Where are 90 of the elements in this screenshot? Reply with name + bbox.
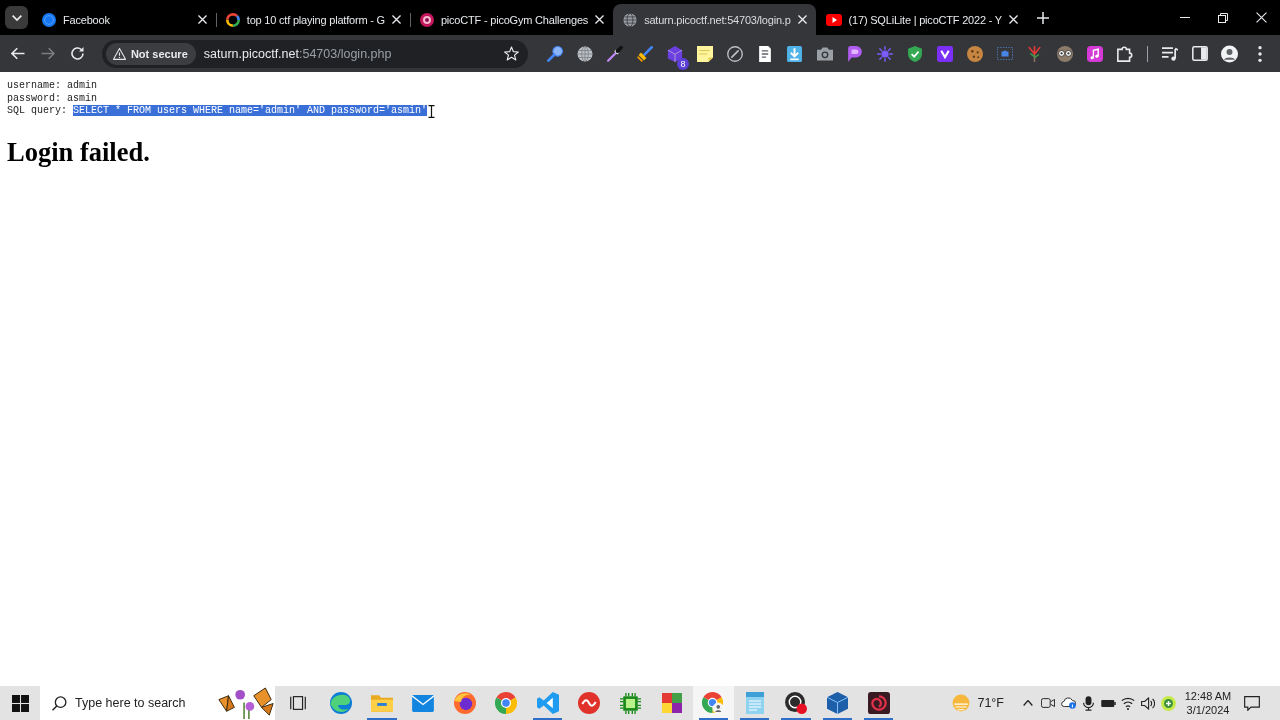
music-note-icon[interactable] (1086, 45, 1103, 62)
pencil-circle-icon[interactable] (726, 45, 743, 62)
download-icon[interactable] (787, 45, 802, 62)
output-label: password: (7, 92, 61, 104)
ring-logo-icon (225, 12, 240, 27)
cookie-icon[interactable] (966, 45, 983, 62)
close-icon[interactable] (595, 15, 605, 24)
plus-circle-icon[interactable] (1160, 695, 1176, 711)
browser-tab[interactable]: picoCTF - picoGym Challenges (409, 4, 614, 35)
circle-logo-icon[interactable] (702, 692, 725, 714)
chip-icon[interactable] (619, 692, 641, 714)
browser-tab[interactable]: (17) SQLiLite | picoCTF 2022 - Y (815, 4, 1027, 35)
round-logo-icon (419, 12, 434, 27)
side-panel-icon[interactable] (1191, 46, 1208, 61)
more-menu-icon[interactable] (1257, 45, 1262, 62)
browser-tab[interactable]: Facebook (32, 4, 216, 35)
search-box[interactable]: Type here to search (40, 686, 275, 720)
avatar-icon[interactable] (1221, 43, 1238, 64)
brush-icon[interactable] (636, 45, 653, 62)
spiral-square-icon[interactable] (867, 692, 890, 714)
plus-icon[interactable] (1037, 11, 1049, 24)
sticky-note-icon[interactable] (696, 45, 713, 62)
star-icon[interactable] (504, 46, 519, 61)
plant-icon[interactable] (1028, 45, 1041, 62)
text-cursor-icon (428, 105, 436, 118)
magnifier-icon[interactable] (546, 45, 563, 62)
video-camera-icon[interactable] (1041, 698, 1055, 708)
circle-logo-icon[interactable] (495, 692, 518, 714)
browser-tab[interactable]: top 10 ctf playing platform - G (215, 4, 410, 35)
search-input[interactable]: Type here to search (67, 696, 217, 710)
output-label: username: (7, 80, 61, 91)
cube-icon[interactable] (666, 45, 683, 62)
goggles-icon[interactable] (1056, 45, 1073, 62)
globe-icon[interactable] (576, 45, 593, 62)
camera-icon[interactable] (816, 46, 833, 61)
cloud-icon[interactable] (1060, 697, 1076, 709)
swirl-logo-icon[interactable] (329, 692, 352, 714)
weather-temperature: 71°F (977, 696, 1004, 710)
clock-date: 3/1/2024 (1186, 703, 1230, 717)
back-icon[interactable] (11, 47, 25, 60)
ribbon-logo-icon[interactable] (536, 692, 559, 714)
chevron-down-icon[interactable] (11, 14, 22, 21)
close-icon[interactable] (797, 15, 807, 24)
output-value: SELECT * FROM users WHERE name='admin' AND password='asmin' (73, 105, 428, 116)
chevron-square-icon[interactable] (936, 45, 953, 62)
blocks-icon[interactable] (661, 693, 682, 713)
speaker-icon[interactable] (1141, 696, 1155, 710)
output-value: asmin (67, 92, 98, 104)
tab-search-button[interactable] (5, 6, 28, 29)
shield-check-icon[interactable] (907, 45, 922, 62)
play-button-icon (825, 13, 842, 26)
clock-time: 12:48 AM (1184, 689, 1232, 703)
output-value: admin (67, 80, 98, 91)
warning-icon (112, 47, 126, 60)
battery-icon[interactable] (1100, 699, 1116, 707)
globe-icon (623, 12, 638, 27)
cube-icon[interactable] (826, 692, 848, 714)
security-chip[interactable]: Not secure (105, 42, 196, 65)
disc-logo-icon (42, 12, 56, 27)
microphone-icon[interactable] (1082, 695, 1094, 711)
wave-badge-icon[interactable] (578, 692, 601, 714)
page-heading: Login failed. (7, 136, 150, 167)
flame-globe-icon[interactable] (453, 692, 476, 714)
address-bar[interactable]: Not secure saturn.picoctf.net:54703/login.php (101, 39, 528, 68)
folder-icon[interactable] (371, 694, 394, 712)
start-icon[interactable] (11, 694, 29, 712)
url-text[interactable]: saturn.picoctf.net:54703/login.php (203, 46, 504, 61)
pennant-icon[interactable] (847, 45, 862, 62)
screenshot-icon[interactable] (996, 47, 1013, 60)
reload-icon[interactable] (70, 47, 84, 60)
close-icon[interactable] (391, 15, 401, 24)
close-icon[interactable] (1009, 15, 1018, 24)
task-view-icon[interactable] (289, 696, 306, 710)
browser-tab[interactable]: saturn.picoctf.net:54703/login.p (613, 4, 816, 35)
close-icon[interactable] (197, 15, 207, 24)
record-disc-icon[interactable] (785, 692, 807, 714)
wifi-icon[interactable] (1121, 696, 1135, 710)
document-icon[interactable] (758, 45, 771, 62)
restore-icon[interactable] (1218, 12, 1228, 23)
close-icon[interactable] (1255, 12, 1267, 23)
notification-icon[interactable] (1244, 695, 1260, 711)
playlist-icon[interactable] (1161, 46, 1178, 61)
output-label: SQL query: (7, 105, 67, 116)
puzzle-icon[interactable] (1116, 45, 1133, 62)
search-icon (52, 695, 67, 711)
eyedropper-icon[interactable] (606, 45, 623, 62)
mail-icon[interactable] (412, 694, 435, 712)
sun-icon[interactable] (876, 45, 893, 62)
chevron-up-icon[interactable] (1023, 700, 1033, 706)
butterfly-drawing (217, 687, 275, 719)
